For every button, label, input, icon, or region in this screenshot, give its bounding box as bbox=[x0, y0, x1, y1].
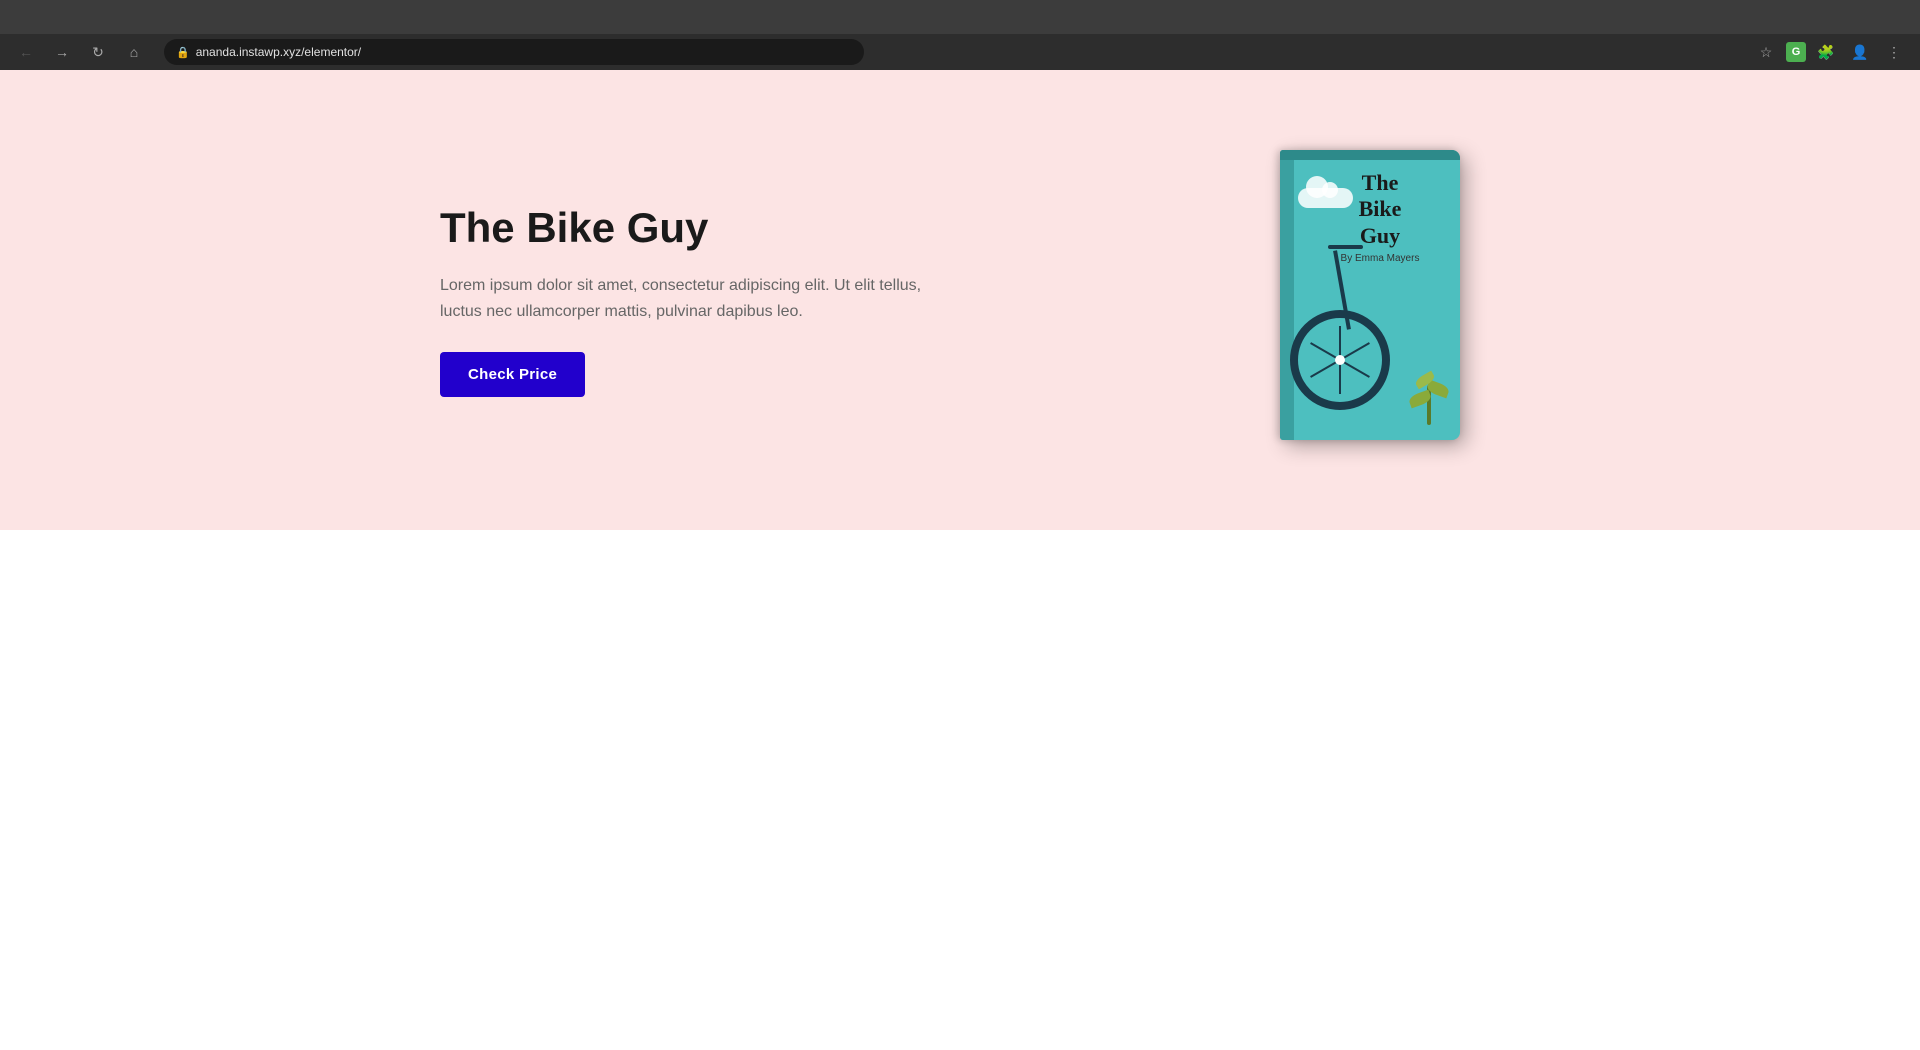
hero-description: Lorem ipsum dolor sit amet, consectetur … bbox=[440, 273, 940, 324]
hero-inner: The Bike Guy Lorem ipsum dolor sit amet,… bbox=[360, 150, 1560, 450]
wheel-outer bbox=[1290, 310, 1390, 410]
bike-handlebar-top bbox=[1328, 245, 1363, 249]
profile-button[interactable]: 👤 bbox=[1846, 38, 1874, 66]
hero-title: The Bike Guy bbox=[440, 203, 940, 253]
book-title-area: The Bike Guy By Emma Mayers bbox=[1310, 170, 1450, 264]
browser-toolbar: ← → ↻ ⌂ 🔒 ananda.instawp.xyz/elementor/ … bbox=[0, 34, 1920, 70]
book-top-bar bbox=[1280, 150, 1460, 160]
book-title-text: The Bike Guy bbox=[1310, 170, 1450, 249]
hero-section: The Bike Guy Lorem ipsum dolor sit amet,… bbox=[0, 70, 1920, 530]
menu-button[interactable]: ⋮ bbox=[1880, 38, 1908, 66]
hero-text-block: The Bike Guy Lorem ipsum dolor sit amet,… bbox=[440, 203, 940, 398]
extension-icon: G bbox=[1786, 42, 1806, 62]
home-button[interactable]: ⌂ bbox=[120, 38, 148, 66]
reload-button[interactable]: ↻ bbox=[84, 38, 112, 66]
forward-button[interactable]: → bbox=[48, 38, 76, 66]
bike-wheel bbox=[1290, 310, 1390, 410]
book-author: By Emma Mayers bbox=[1310, 253, 1450, 264]
toolbar-right: ☆ G 🧩 👤 ⋮ bbox=[1752, 38, 1908, 66]
browser-tab-bar bbox=[0, 0, 1920, 34]
url-text: ananda.instawp.xyz/elementor/ bbox=[196, 45, 361, 59]
check-price-button[interactable]: Check Price bbox=[440, 352, 585, 397]
back-button[interactable]: ← bbox=[12, 38, 40, 66]
lock-icon: 🔒 bbox=[176, 46, 190, 59]
plant-decoration bbox=[1405, 365, 1455, 425]
extensions-button[interactable]: 🧩 bbox=[1812, 38, 1840, 66]
book-illustration: The Bike Guy By Emma Mayers bbox=[1280, 150, 1480, 450]
wheel-hub bbox=[1335, 355, 1345, 365]
page-below-section bbox=[0, 530, 1920, 1050]
bookmark-button[interactable]: ☆ bbox=[1752, 38, 1780, 66]
book-cover: The Bike Guy By Emma Mayers bbox=[1280, 150, 1460, 440]
address-bar[interactable]: 🔒 ananda.instawp.xyz/elementor/ bbox=[164, 39, 864, 65]
